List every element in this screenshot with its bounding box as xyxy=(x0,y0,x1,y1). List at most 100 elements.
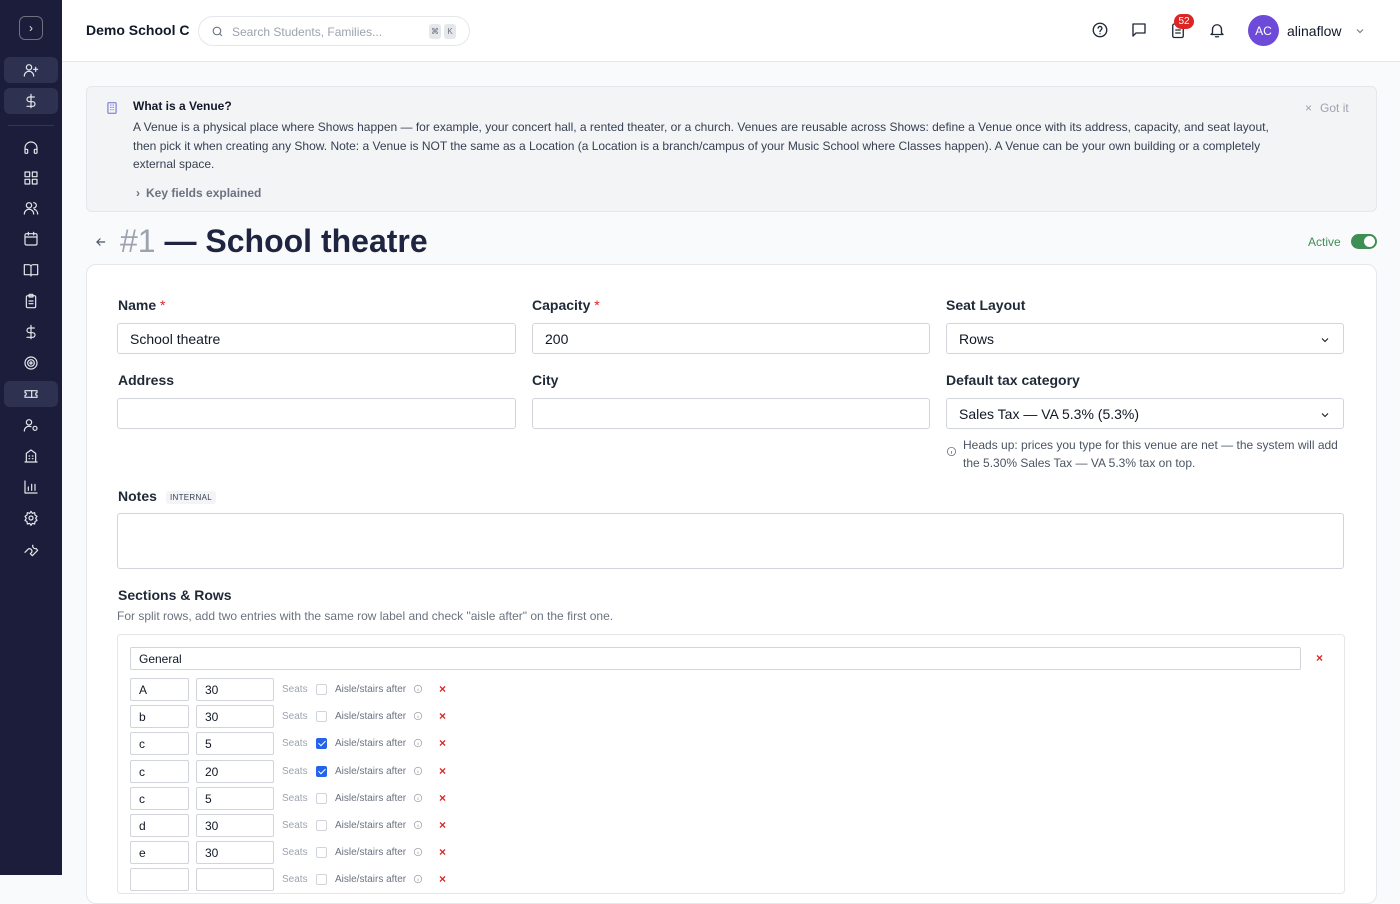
city-label: City xyxy=(532,372,559,388)
remove-row-button[interactable]: × xyxy=(439,682,446,696)
remove-section-button[interactable]: × xyxy=(1316,651,1323,665)
sidebar-item-payments[interactable] xyxy=(4,88,58,114)
aisle-checkbox[interactable] xyxy=(316,684,327,695)
row-label-input[interactable]: c xyxy=(130,759,189,783)
remove-row-button[interactable]: × xyxy=(439,845,446,859)
sidebar-item-add-student[interactable] xyxy=(4,57,58,83)
row-label-input[interactable]: d xyxy=(130,814,189,837)
aisle-checkbox[interactable] xyxy=(316,847,327,859)
dismiss-info-button[interactable]: × Got it xyxy=(1305,101,1349,115)
sidebar-item-people[interactable] xyxy=(4,195,58,221)
seats-label: Seats xyxy=(282,792,308,804)
sidebar-item-shows[interactable] xyxy=(4,381,58,407)
aisle-checkbox[interactable] xyxy=(316,765,327,777)
row-seats-input[interactable]: 5 xyxy=(196,786,274,810)
clipboard-icon xyxy=(25,293,37,309)
row-seats-input[interactable] xyxy=(196,868,274,892)
row-seats-input[interactable]: 30 xyxy=(196,841,274,865)
row-label-input[interactable]: c xyxy=(130,786,189,810)
search-input[interactable]: Search Students, Families... ⌘ K xyxy=(198,16,470,46)
internal-badge: INTERNAL xyxy=(166,491,216,504)
remove-row-button[interactable]: × xyxy=(439,709,446,723)
capacity-input[interactable]: 200 xyxy=(532,323,930,354)
calendar-icon xyxy=(24,231,38,246)
aisle-label: Aisle/stairs after xyxy=(335,738,407,750)
sidebar-expand-button[interactable]: › xyxy=(19,16,43,40)
back-arrow-icon[interactable] xyxy=(94,235,108,249)
page-title: #1 — School theatre xyxy=(120,223,428,260)
seat-row: d 30 Seats Aisle/stairs after × xyxy=(130,814,530,838)
row-label-input[interactable]: A xyxy=(130,678,189,701)
sidebar-item-locations[interactable] xyxy=(4,443,58,469)
city-input[interactable] xyxy=(532,398,930,429)
sidebar-item-billing[interactable] xyxy=(4,319,58,345)
active-toggle[interactable] xyxy=(1351,234,1377,249)
sidebar-item-tasks[interactable] xyxy=(4,288,58,314)
remove-row-button[interactable]: × xyxy=(439,736,446,750)
sidebar-item-tools[interactable] xyxy=(4,536,58,562)
users-icon xyxy=(23,202,39,215)
row-label-input[interactable]: b xyxy=(130,705,189,729)
messages-button[interactable] xyxy=(1130,21,1150,41)
aisle-label: Aisle/stairs after xyxy=(335,765,407,777)
address-input[interactable] xyxy=(117,398,516,429)
headset-icon xyxy=(24,141,38,154)
key-fields-toggle[interactable]: › Key fields explained xyxy=(136,186,261,200)
sidebar-item-goals[interactable] xyxy=(4,350,58,376)
remove-row-button[interactable]: × xyxy=(439,791,446,805)
name-input[interactable]: School theatre xyxy=(117,323,516,354)
notifications-button[interactable] xyxy=(1208,21,1228,41)
row-seats-input[interactable]: 20 xyxy=(196,759,274,783)
remove-row-button[interactable]: × xyxy=(439,872,446,886)
address-label: Address xyxy=(118,372,175,388)
sections-title: Sections & Rows xyxy=(118,587,232,603)
sidebar-item-support[interactable] xyxy=(4,135,58,161)
aisle-checkbox[interactable] xyxy=(316,874,327,886)
seat-row: Seats Aisle/stairs after × xyxy=(130,868,530,892)
aisle-checkbox[interactable] xyxy=(316,711,327,723)
row-label-input[interactable]: e xyxy=(130,841,189,865)
sidebar-item-staff[interactable] xyxy=(4,412,58,438)
section-name-input[interactable]: General xyxy=(130,647,1301,670)
remove-row-button[interactable]: × xyxy=(439,818,446,832)
tax-category-select[interactable]: Sales Tax — VA 5.3% (5.3%) xyxy=(946,398,1344,429)
row-seats-input[interactable]: 5 xyxy=(196,732,274,756)
sidebar-item-dashboard[interactable] xyxy=(4,165,58,191)
info-title: What is a Venue? xyxy=(133,99,232,113)
aisle-label: Aisle/stairs after xyxy=(335,684,407,695)
school-name[interactable]: Demo School C xyxy=(86,22,189,38)
aisle-checkbox[interactable] xyxy=(316,792,327,804)
info-icon xyxy=(413,712,423,721)
row-seats-input[interactable]: 30 xyxy=(196,678,274,701)
aisle-checkbox[interactable] xyxy=(316,738,327,750)
sidebar-item-settings[interactable] xyxy=(4,505,58,531)
row-label-input[interactable]: c xyxy=(130,732,189,756)
help-button[interactable] xyxy=(1091,21,1111,41)
info-icon xyxy=(946,446,957,457)
chat-icon xyxy=(1132,23,1146,37)
sidebar-item-courses[interactable] xyxy=(4,257,58,283)
row-label-input[interactable] xyxy=(130,868,189,892)
row-seats-input[interactable]: 30 xyxy=(196,814,274,837)
chevron-down-icon[interactable] xyxy=(1354,25,1366,37)
shortcut-key: ⌘ xyxy=(429,24,441,39)
avatar[interactable]: AC xyxy=(1248,15,1279,46)
sidebar-item-reports[interactable] xyxy=(4,474,58,500)
aisle-label: Aisle/stairs after xyxy=(335,792,407,804)
aisle-checkbox[interactable] xyxy=(316,820,327,831)
shortcut-key: K xyxy=(444,24,456,39)
help-icon xyxy=(1092,22,1108,38)
search-icon xyxy=(212,26,223,37)
tax-category-label: Default tax category xyxy=(946,372,1080,388)
remove-row-button[interactable]: × xyxy=(439,764,446,778)
sidebar: › xyxy=(0,0,62,875)
row-seats-input[interactable]: 30 xyxy=(196,705,274,729)
seats-label: Seats xyxy=(282,847,308,859)
notification-count-badge: 52 xyxy=(1174,14,1194,29)
info-icon xyxy=(413,739,423,748)
building-icon xyxy=(105,101,119,115)
notes-textarea[interactable] xyxy=(117,513,1344,569)
sidebar-item-calendar[interactable] xyxy=(4,226,58,252)
username[interactable]: alinaflow xyxy=(1287,23,1341,39)
seat-layout-select[interactable]: Rows xyxy=(946,323,1344,354)
